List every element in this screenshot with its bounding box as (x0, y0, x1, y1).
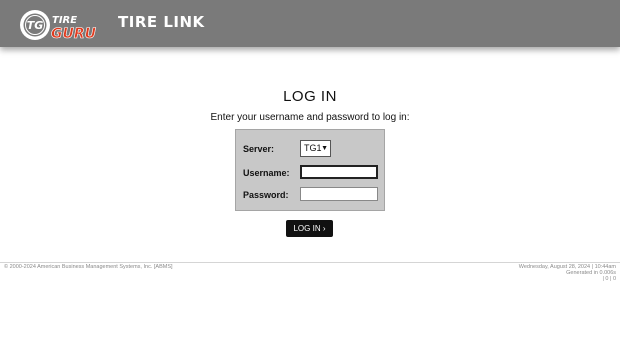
login-title: LOG IN (283, 88, 337, 105)
password-input[interactable] (300, 187, 378, 201)
server-select-value: TG1 (304, 143, 322, 153)
footer-info: Wednesday, August 28, 2024 | 10:44am Gen… (519, 264, 616, 282)
login-instructions: Enter your username and password to log … (210, 112, 410, 123)
username-input[interactable] (300, 165, 378, 179)
logo-circle-text: TG (27, 19, 44, 32)
login-form-panel: Server: TG1 ▼ Username: Password: (235, 129, 385, 211)
footer-copyright: © 2000-2024 American Business Management… (4, 264, 173, 270)
logo-word-guru: GURU (51, 26, 97, 41)
header-bar: TG TIRE GURU TIRE LINK (0, 0, 620, 47)
password-label: Password: (243, 190, 289, 200)
server-select[interactable]: TG1 ▼ (300, 140, 331, 157)
footer-divider (0, 262, 620, 263)
login-button[interactable]: LOG IN › (286, 220, 333, 237)
chevron-down-icon: ▼ (321, 145, 328, 152)
footer-counter: | 0 | 0 (602, 276, 616, 282)
server-label: Server: (243, 144, 275, 154)
logo-word-tire: TIRE (52, 15, 77, 26)
username-label: Username: (243, 168, 290, 178)
app-title: TIRE LINK (118, 13, 205, 31)
tire-guru-logo[interactable]: TG TIRE GURU (19, 9, 101, 41)
